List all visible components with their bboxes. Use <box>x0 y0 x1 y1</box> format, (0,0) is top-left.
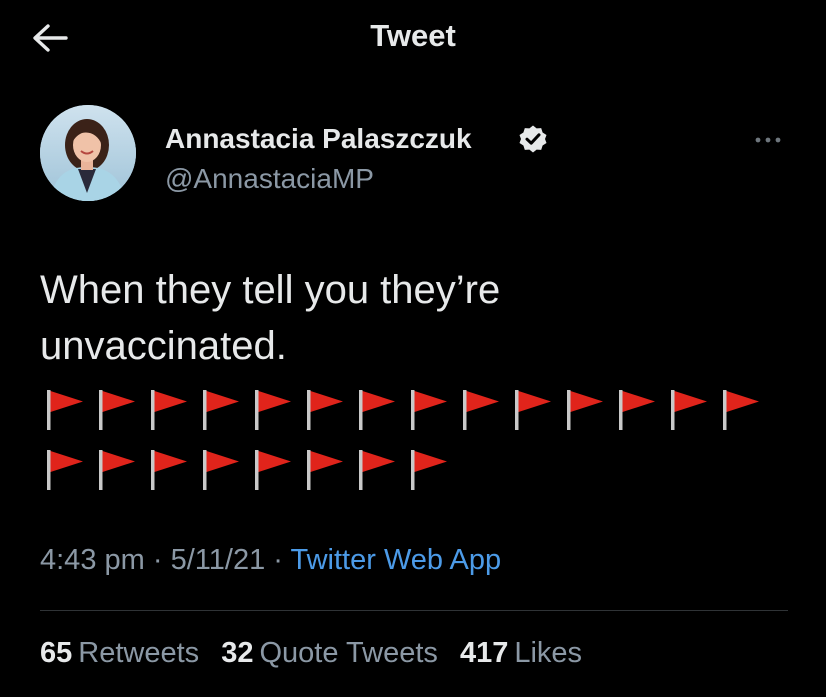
page-title: Tweet <box>370 18 456 53</box>
triangular-flag-icon <box>47 450 83 490</box>
emoji-flags <box>44 388 804 508</box>
triangular-flag-icon <box>307 450 343 490</box>
tweet-text: When they tell you they’re unvaccinated. <box>40 262 780 374</box>
tweet-text-line: When they tell you they’re <box>40 268 501 312</box>
emoji-row <box>44 448 804 508</box>
triangular-flag-icon <box>255 450 291 490</box>
triangular-flag-icon <box>255 390 291 430</box>
triangular-flag-icon <box>619 390 655 430</box>
triangular-flag-icon <box>515 390 551 430</box>
author-name[interactable]: Annastacia Palaszczuk <box>165 123 472 155</box>
emoji-row <box>44 388 804 448</box>
author-handle[interactable]: @AnnastaciaMP <box>165 163 374 195</box>
triangular-flag-icon <box>203 450 239 490</box>
triangular-flag-icon <box>307 390 343 430</box>
triangular-flag-icon <box>567 390 603 430</box>
header-bar: Tweet <box>0 0 826 80</box>
tweet-text-line: unvaccinated. <box>40 324 287 368</box>
triangular-flag-icon <box>411 390 447 430</box>
tweet-time[interactable]: 4:43 pm <box>40 544 145 576</box>
more-options-button[interactable] <box>748 128 788 152</box>
retweets-count: 65 <box>40 637 73 669</box>
avatar[interactable] <box>40 105 136 201</box>
meta-separator: · <box>273 544 283 576</box>
retweets-stat[interactable]: 65 Retweets <box>40 637 199 670</box>
likes-stat[interactable]: 417 Likes <box>460 637 582 670</box>
retweets-label: Retweets <box>78 637 200 669</box>
tweet-date[interactable]: 5/11/21 <box>171 544 266 576</box>
triangular-flag-icon <box>47 390 83 430</box>
more-horizontal-icon <box>755 137 781 143</box>
quote-tweets-stat[interactable]: 32 Quote Tweets <box>221 637 438 670</box>
likes-count: 417 <box>459 637 509 669</box>
triangular-flag-icon <box>151 390 187 430</box>
triangular-flag-icon <box>463 390 499 430</box>
tweet-page: Tweet Annastacia Palaszczuk @AnnastaciaM… <box>0 0 826 697</box>
quote-tweets-count: 32 <box>221 637 254 669</box>
meta-separator: · <box>152 544 163 576</box>
triangular-flag-icon <box>99 390 135 430</box>
triangular-flag-icon <box>359 450 395 490</box>
verified-badge-icon <box>519 125 547 153</box>
triangular-flag-icon <box>99 450 135 490</box>
triangular-flag-icon <box>671 390 707 430</box>
tweet-stats: 65 Retweets 32 Quote Tweets 417 Likes <box>40 637 596 670</box>
divider <box>40 610 788 611</box>
tweet-meta: 4:43 pm · 5/11/21 · Twitter Web App <box>40 544 501 577</box>
triangular-flag-icon <box>203 390 239 430</box>
profile-photo <box>40 105 136 201</box>
triangular-flag-icon <box>723 390 759 430</box>
triangular-flag-icon <box>151 450 187 490</box>
triangular-flag-icon <box>411 450 447 490</box>
quote-tweets-label: Quote Tweets <box>259 637 438 669</box>
triangular-flag-icon <box>359 390 395 430</box>
likes-label: Likes <box>514 637 583 669</box>
tweet-source-link[interactable]: Twitter Web App <box>290 544 501 576</box>
